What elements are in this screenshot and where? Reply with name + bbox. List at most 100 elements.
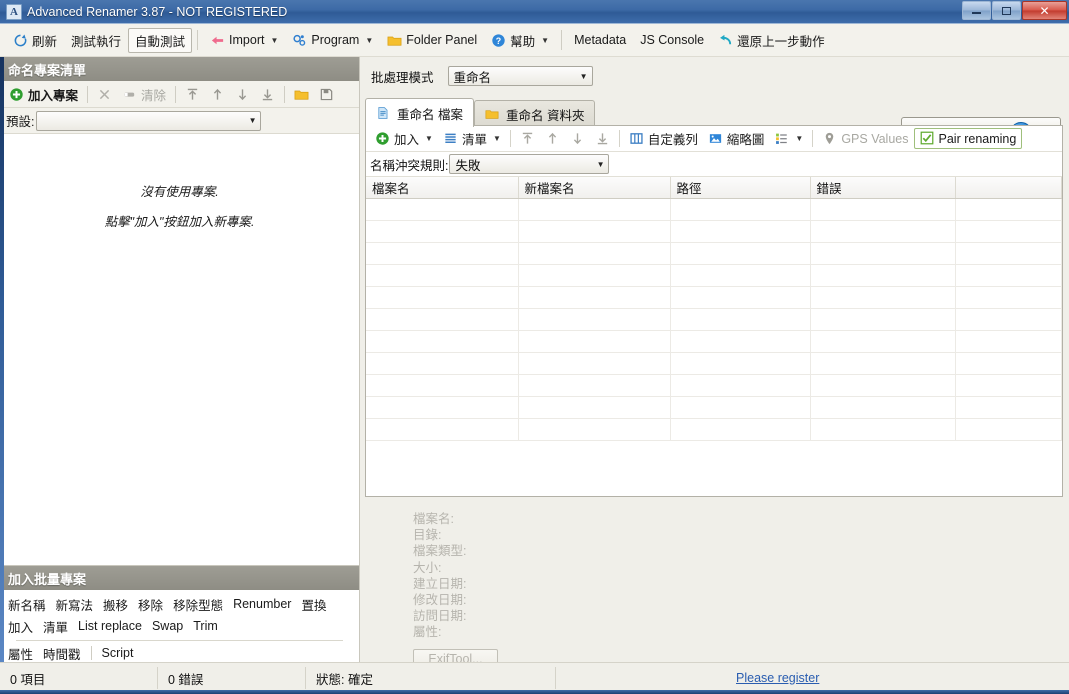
batch-mode-select[interactable]: 重命名 ▼ xyxy=(447,66,593,86)
batch-method-attributes[interactable]: 屬性 xyxy=(8,644,33,663)
file-move-down-button[interactable] xyxy=(565,128,590,149)
batch-method-new-name[interactable]: 新名稱 xyxy=(8,595,46,614)
register-link[interactable]: Please register xyxy=(736,671,819,685)
move-bottom-button[interactable] xyxy=(255,84,280,105)
close-icon: ✕ xyxy=(1039,3,1050,18)
cell-path xyxy=(670,396,811,419)
cell-filename xyxy=(366,220,519,243)
batch-method-row-2: 加入 清單 List replace Swap Trim xyxy=(8,615,351,637)
batch-method-replace[interactable]: 置換 xyxy=(301,595,326,614)
file-move-up-button[interactable] xyxy=(540,128,565,149)
name-collision-rule-select[interactable]: 失敗 ▼ xyxy=(449,154,610,174)
batch-method-list[interactable]: 清單 xyxy=(43,617,68,636)
preset-select[interactable]: ▼ xyxy=(36,110,262,131)
table-row[interactable] xyxy=(366,374,1062,397)
batch-method-timestamp[interactable]: 時間戳 xyxy=(43,644,81,663)
cell-filename xyxy=(366,308,519,331)
column-header-new-filename[interactable]: 新檔案名 xyxy=(518,177,671,199)
cell-path xyxy=(670,374,811,397)
close-button[interactable]: ✕ xyxy=(1022,1,1067,20)
window-title: Advanced Renamer 3.87 - NOT REGISTERED xyxy=(27,4,288,19)
svg-text:?: ? xyxy=(496,35,501,45)
save-projects-button[interactable] xyxy=(314,84,339,105)
toolbar-item-test-run[interactable]: 測試執行 xyxy=(64,28,128,53)
toolbar-item-refresh[interactable]: 刷新 xyxy=(6,28,64,53)
file-move-bottom-button[interactable] xyxy=(590,128,615,149)
column-header-filename[interactable]: 檔案名 xyxy=(366,177,519,199)
batch-method-add[interactable]: 加入 xyxy=(8,617,33,636)
toolbar-item-program[interactable]: Program ▼ xyxy=(285,28,380,53)
batch-method-trim[interactable]: Trim xyxy=(193,619,218,633)
batch-method-renumber[interactable]: Renumber xyxy=(233,597,291,611)
cell-extra xyxy=(955,264,1062,287)
toolbar-item-folder-panel[interactable]: Folder Panel xyxy=(380,28,484,53)
status-errors-count: 0 錯誤 xyxy=(158,667,306,689)
add-files-button[interactable]: 加入 ▼ xyxy=(370,128,438,149)
tab-rename-files[interactable]: 重命名 檔案 xyxy=(365,98,474,127)
table-row[interactable] xyxy=(366,242,1062,265)
gps-values-button[interactable]: GPS Values xyxy=(817,128,913,149)
move-down-button[interactable] xyxy=(230,84,255,105)
batch-method-new-case[interactable]: 新寫法 xyxy=(56,595,94,614)
toolbar-item-undo[interactable]: 還原上一步動作 xyxy=(711,28,832,53)
toolbar-divider-1 xyxy=(197,30,199,50)
toolbar-divider-2 xyxy=(561,30,563,50)
batch-method-remove-pattern[interactable]: 移除型態 xyxy=(173,595,223,614)
gps-pin-icon xyxy=(822,131,837,146)
file-move-top-button[interactable] xyxy=(515,128,540,149)
toolbar-label-test-run: 測試執行 xyxy=(71,34,122,49)
table-row[interactable] xyxy=(366,286,1062,309)
column-header-error[interactable]: 錯誤 xyxy=(810,177,956,199)
cell-new-filename xyxy=(518,264,671,287)
toolbar-item-js-console[interactable]: JS Console xyxy=(633,28,711,53)
thumbnails-button[interactable]: 縮略圖 xyxy=(703,128,770,149)
table-row[interactable] xyxy=(366,308,1062,331)
clear-projects-button[interactable]: 清除 xyxy=(117,84,171,105)
table-row[interactable] xyxy=(366,198,1062,221)
delete-project-button[interactable] xyxy=(92,84,117,105)
add-project-button[interactable]: 加入專案 xyxy=(4,84,83,105)
table-row[interactable] xyxy=(366,220,1062,243)
minimize-button[interactable] xyxy=(962,1,991,20)
window-bottom-border xyxy=(0,690,1069,694)
cell-extra xyxy=(955,330,1062,353)
title-bar: Advanced Renamer 3.87 - NOT REGISTERED ✕ xyxy=(0,0,1069,24)
column-header-path[interactable]: 路徑 xyxy=(670,177,811,199)
table-row[interactable] xyxy=(366,396,1062,419)
file-icon xyxy=(376,106,391,121)
table-row[interactable] xyxy=(366,418,1062,441)
toolbar-item-import[interactable]: Import ▼ xyxy=(203,28,285,53)
chevron-down-icon: ▼ xyxy=(596,159,605,169)
move-top-button[interactable] xyxy=(180,84,205,105)
file-toolbar-divider-3 xyxy=(812,130,814,147)
batch-method-swap[interactable]: Swap xyxy=(152,619,183,633)
pair-renaming-toggle[interactable]: Pair renaming xyxy=(913,128,1023,149)
batch-method-list-replace[interactable]: List replace xyxy=(78,619,142,633)
toolbar-item-auto-test[interactable]: 自動測試 xyxy=(128,27,193,53)
tab-rename-folders[interactable]: 重命名 資料夾 xyxy=(473,100,596,127)
list-options-button[interactable]: ▼ xyxy=(769,128,808,149)
thumbnail-icon xyxy=(708,131,723,146)
column-header-extra[interactable] xyxy=(955,177,1062,199)
custom-columns-button[interactable]: 自定義列 xyxy=(624,128,703,149)
batch-method-script[interactable]: Script xyxy=(102,646,134,660)
maximize-button[interactable] xyxy=(992,1,1021,20)
cell-filename xyxy=(366,198,519,221)
main-toolbar: 刷新 測試執行 自動測試 Import ▼ Program ▼ Folder P… xyxy=(0,24,1069,57)
cell-new-filename xyxy=(518,198,671,221)
batch-method-remove[interactable]: 移除 xyxy=(138,595,163,614)
table-row[interactable] xyxy=(366,264,1062,287)
add-batch-method-header: 加入批量專案 xyxy=(0,566,359,590)
folder-icon xyxy=(485,107,500,122)
file-toolbar-divider-1 xyxy=(509,130,511,147)
file-list-menu-button[interactable]: 清單 ▼ xyxy=(438,128,506,149)
move-up-button[interactable] xyxy=(205,84,230,105)
table-row[interactable] xyxy=(366,330,1062,353)
cell-path xyxy=(670,352,811,375)
toolbar-item-help[interactable]: ? 幫助 ▼ xyxy=(484,28,556,53)
batch-method-move[interactable]: 搬移 xyxy=(103,595,128,614)
toolbar-item-metadata[interactable]: Metadata xyxy=(567,28,633,53)
open-projects-button[interactable] xyxy=(289,84,314,105)
table-row[interactable] xyxy=(366,352,1062,375)
metadata-modified-date: 修改日期: xyxy=(413,593,467,608)
